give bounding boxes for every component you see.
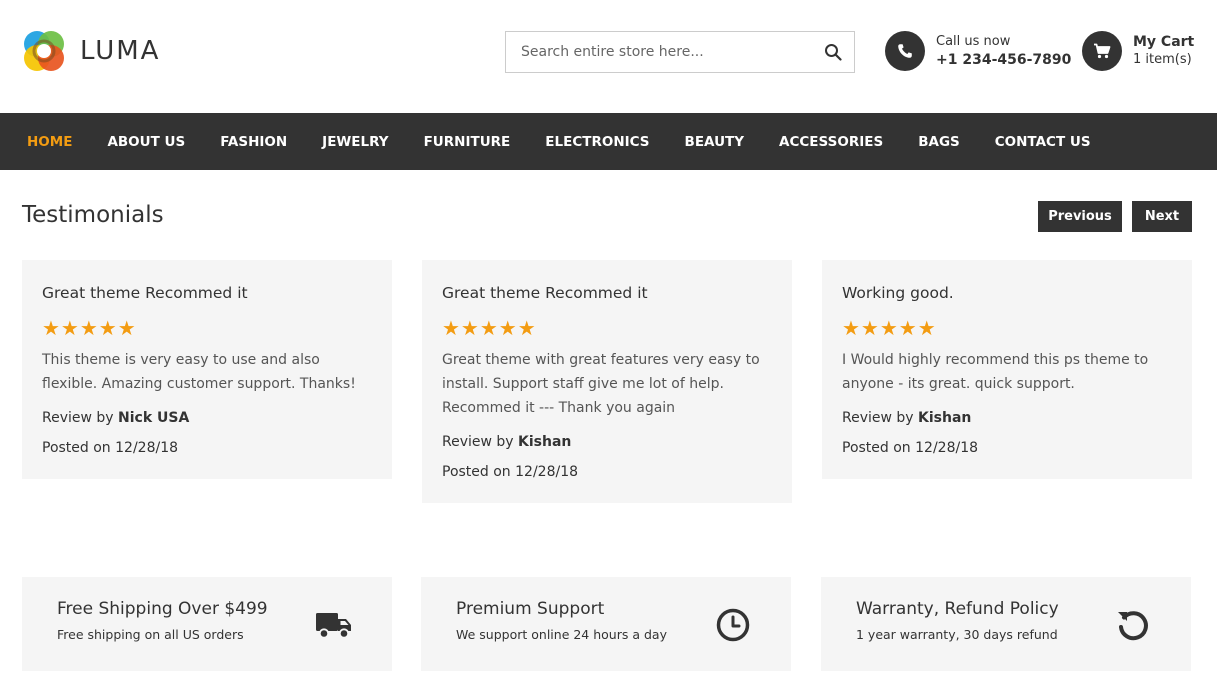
main-nav: HOME ABOUT US FASHION JEWELRY FURNITURE …: [0, 113, 1217, 170]
site-header: LUMA Call us now +1 234-456-7890: [0, 0, 1217, 113]
star-rating-icon: ★★★★★: [42, 316, 137, 340]
star-rating-icon: ★★★★★: [442, 316, 537, 340]
feature-title: Free Shipping Over $499: [57, 599, 268, 619]
nav-item-about-us[interactable]: ABOUT US: [107, 134, 185, 150]
testimonial-author: Review by Kishan: [842, 408, 1172, 429]
testimonial-body: I Would highly recommend this ps theme t…: [842, 352, 1149, 392]
search-button[interactable]: [812, 32, 854, 72]
testimonial-date: Posted on 12/28/18: [42, 440, 179, 456]
section-title: Testimonials: [22, 202, 164, 228]
testimonial-card: Great theme Recommed it ★★★★★ Great them…: [422, 260, 792, 503]
author-name: Nick USA: [118, 410, 190, 426]
call-phone[interactable]: +1 234-456-7890: [936, 51, 1071, 70]
truck-icon: [314, 608, 354, 642]
call-us: Call us now +1 234-456-7890: [885, 31, 1071, 71]
search-icon: [825, 44, 842, 61]
feature-subtitle: 1 year warranty, 30 days refund: [856, 627, 1058, 642]
testimonial-card: Working good. ★★★★★ I Would highly recom…: [822, 260, 1192, 479]
feature-warranty-refund: Warranty, Refund Policy 1 year warranty,…: [821, 577, 1191, 671]
testimonial-card: Great theme Recommed it ★★★★★ This theme…: [22, 260, 392, 479]
testimonial-title: Working good.: [842, 284, 954, 302]
testimonial-author: Review by Kishan: [442, 432, 772, 453]
feature-subtitle: We support online 24 hours a day: [456, 627, 667, 642]
review-prefix: Review by: [842, 410, 914, 426]
star-rating-icon: ★★★★★: [842, 316, 937, 340]
author-name: Kishan: [918, 410, 972, 426]
mini-cart[interactable]: My Cart 1 item(s): [1082, 31, 1194, 71]
search-box: [505, 31, 855, 73]
feature-subtitle: Free shipping on all US orders: [57, 627, 244, 642]
testimonial-date: Posted on 12/28/18: [442, 464, 579, 480]
nav-item-jewelry[interactable]: JEWELRY: [322, 134, 388, 150]
cart-title: My Cart: [1133, 34, 1195, 50]
nav-item-bags[interactable]: BAGS: [918, 134, 960, 150]
feature-title: Premium Support: [456, 599, 605, 619]
next-button[interactable]: Next: [1132, 201, 1192, 232]
refund-icon: [1113, 608, 1153, 642]
nav-item-beauty[interactable]: BEAUTY: [685, 134, 745, 150]
testimonial-title: Great theme Recommed it: [42, 284, 248, 302]
luma-logo-icon: [22, 29, 66, 73]
call-label: Call us now: [936, 34, 1011, 49]
nav-item-home[interactable]: HOME: [27, 134, 72, 150]
review-prefix: Review by: [42, 410, 114, 426]
logo[interactable]: LUMA: [22, 29, 160, 73]
logo-text: LUMA: [80, 36, 161, 66]
testimonial-date: Posted on 12/28/18: [842, 440, 979, 456]
feature-free-shipping: Free Shipping Over $499 Free shipping on…: [22, 577, 392, 671]
testimonial-body: Great theme with great features very eas…: [442, 352, 760, 416]
review-prefix: Review by: [442, 434, 514, 450]
nav-item-fashion[interactable]: FASHION: [220, 134, 287, 150]
feature-premium-support: Premium Support We support online 24 hou…: [421, 577, 791, 671]
nav-item-furniture[interactable]: FURNITURE: [424, 134, 511, 150]
nav-item-accessories[interactable]: ACCESSORIES: [779, 134, 883, 150]
nav-item-electronics[interactable]: ELECTRONICS: [545, 134, 649, 150]
author-name: Kishan: [518, 434, 572, 450]
nav-item-contact-us[interactable]: CONTACT US: [995, 134, 1091, 150]
testimonial-body: This theme is very easy to use and also …: [42, 352, 356, 392]
testimonial-title: Great theme Recommed it: [442, 284, 648, 302]
testimonial-author: Review by Nick USA: [42, 408, 372, 429]
previous-button[interactable]: Previous: [1038, 201, 1122, 232]
clock-icon: [713, 608, 753, 642]
phone-icon: [885, 31, 925, 71]
cart-icon: [1082, 31, 1122, 71]
feature-title: Warranty, Refund Policy: [856, 599, 1059, 619]
cart-count: 1 item(s): [1133, 52, 1192, 67]
search-input[interactable]: [506, 32, 812, 72]
